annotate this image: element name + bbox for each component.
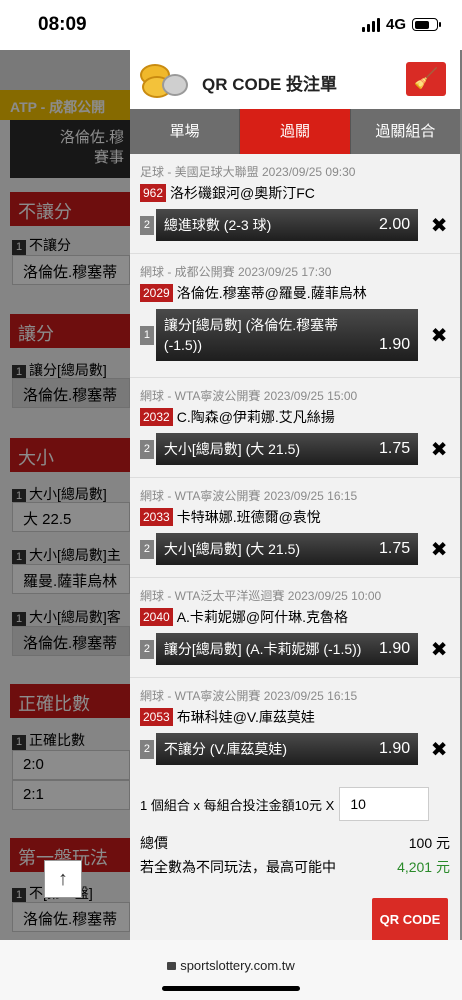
url-text: sportslottery.com.tw <box>180 958 295 973</box>
network-type: 4G <box>385 16 406 33</box>
battery-icon <box>412 18 441 31</box>
tab-single[interactable]: 單場 <box>130 109 241 154</box>
selection-bar[interactable]: 大小[總局數] (大 21.5) 1.75 <box>155 533 419 565</box>
selection-text: 大小[總局數] (大 21.5) <box>163 441 301 457</box>
total-label: 總價 <box>140 835 168 851</box>
qr-bet-slip-panel: QR CODE 投注單 🧹 單場 過關 過關組合 足球 - 美國足球大聯盟 20… <box>130 50 460 942</box>
selection-text: 總進球數 (2-3 球) <box>163 217 272 233</box>
odds-value: 1.90 <box>379 739 411 757</box>
selection-text: 不讓分 (V.庫茲莫娃) <box>163 741 288 757</box>
tab-parlay-combo[interactable]: 過關組合 <box>350 109 460 154</box>
bet-item: 網球 - WTA寧波公開賽 2023/09/25 16:15 2033 卡特琳娜.… <box>130 478 460 578</box>
match-code: 2053 <box>140 708 173 726</box>
selection-bar[interactable]: 大小[總局數] (大 21.5) 1.75 <box>155 433 419 465</box>
bet-meta: 網球 - WTA寧波公開賽 2023/09/25 16:15 <box>140 689 358 703</box>
clear-slip-button[interactable]: 🧹 <box>406 62 446 96</box>
odds-value: 1.75 <box>379 439 411 457</box>
bet-meta: 網球 - WTA寧波公開賽 2023/09/25 15:00 <box>140 389 358 403</box>
odds-value: 1.90 <box>379 336 411 353</box>
selection-bar[interactable]: 總進球數 (2-3 球) 2.00 <box>155 209 419 241</box>
selection-text: 讓分[總局數] (洛倫佐.穆塞蒂 (-1.5)) <box>163 317 339 353</box>
qr-code-button[interactable]: QR CODE <box>372 898 448 942</box>
scroll-top-button[interactable]: ↑ <box>44 860 82 898</box>
home-indicator[interactable] <box>162 986 300 991</box>
bet-list: 足球 - 美國足球大聯盟 2023/09/25 09:30 962 洛杉磯銀河@奧… <box>130 154 460 778</box>
status-time: 08:09 <box>38 14 87 35</box>
match-code: 2040 <box>140 608 173 626</box>
broom-icon: 🧹 <box>413 68 439 90</box>
total-value: 100 元 <box>408 835 450 851</box>
remove-bet-icon[interactable]: ✖ <box>428 213 450 238</box>
selection-bar[interactable]: 不讓分 (V.庫茲莫娃) 1.90 <box>155 733 419 765</box>
remove-bet-icon[interactable]: ✖ <box>428 737 450 762</box>
signal-icon <box>361 17 380 32</box>
bet-amount-input[interactable]: 10 <box>339 787 430 821</box>
bet-meta: 網球 - 成都公開賽 2023/09/25 17:30 <box>140 265 332 279</box>
match-code: 2032 <box>140 408 173 426</box>
remove-bet-icon[interactable]: ✖ <box>428 637 450 662</box>
status-bar: 08:09 4G <box>0 0 462 50</box>
selection-number: 2 <box>140 639 154 659</box>
selection-bar[interactable]: 讓分[總局數] (洛倫佐.穆塞蒂 (-1.5)) 1.90 <box>155 309 419 361</box>
browser-address-bar[interactable]: sportslottery.com.tw <box>0 940 462 1000</box>
max-win-label: 若全數為不同玩法，最高可能中 <box>140 859 336 875</box>
match-name: 洛杉磯銀河@奧斯汀FC <box>170 185 315 201</box>
bet-type-tabs: 單場 過關 過關組合 <box>130 108 460 154</box>
match-name: A.卡莉妮娜@阿什琳.克魯格 <box>176 609 349 625</box>
remove-bet-icon[interactable]: ✖ <box>428 323 450 348</box>
remove-bet-icon[interactable]: ✖ <box>428 437 450 462</box>
bet-item: 網球 - WTA寧波公開賽 2023/09/25 16:15 2053 布琳科娃@… <box>130 678 460 778</box>
combo-text: 1 個組合 x 每組合投注金額10元 X <box>140 797 335 813</box>
selection-text: 大小[總局數] (大 21.5) <box>163 541 301 557</box>
tab-parlay[interactable]: 過關 <box>240 109 351 154</box>
panel-header: QR CODE 投注單 🧹 <box>130 50 460 108</box>
match-name: C.陶森@伊莉娜.艾凡絲揚 <box>176 409 335 425</box>
bet-meta: 網球 - WTA寧波公開賽 2023/09/25 16:15 <box>140 489 358 503</box>
match-code: 2029 <box>140 284 173 302</box>
bet-summary: 1 個組合 x 每組合投注金額10元 X 10 總價 100 元 若全數為不同玩… <box>130 777 460 942</box>
max-win-value: 4,201 元 <box>397 859 450 875</box>
bet-meta: 網球 - WTA泛太平洋巡迴賽 2023/09/25 10:00 <box>140 589 382 603</box>
match-code: 2033 <box>140 508 173 526</box>
match-name: 洛倫佐.穆塞蒂@羅曼.薩菲烏林 <box>176 285 367 301</box>
selection-number: 2 <box>140 739 154 759</box>
bet-item: 網球 - 成都公開賽 2023/09/25 17:30 2029 洛倫佐.穆塞蒂@… <box>130 254 460 378</box>
remove-bet-icon[interactable]: ✖ <box>428 537 450 562</box>
odds-value: 1.75 <box>379 539 411 557</box>
coins-icon <box>140 60 190 100</box>
panel-title: QR CODE 投注單 <box>202 75 338 94</box>
match-name: 卡特琳娜.班德爾@袁悅 <box>176 509 321 525</box>
match-code: 962 <box>140 184 167 202</box>
match-name: 布琳科娃@V.庫茲莫娃 <box>176 709 315 725</box>
odds-value: 1.90 <box>379 639 411 657</box>
selection-number: 1 <box>140 325 154 345</box>
lock-icon <box>167 962 177 970</box>
selection-number: 2 <box>140 215 154 235</box>
bet-item: 網球 - WTA泛太平洋巡迴賽 2023/09/25 10:00 2040 A.卡… <box>130 578 460 678</box>
selection-number: 2 <box>140 439 154 459</box>
selection-bar[interactable]: 讓分[總局數] (A.卡莉妮娜 (-1.5)) 1.90 <box>155 633 419 665</box>
bet-item: 足球 - 美國足球大聯盟 2023/09/25 09:30 962 洛杉磯銀河@奧… <box>130 154 460 254</box>
bet-item: 網球 - WTA寧波公開賽 2023/09/25 15:00 2032 C.陶森@… <box>130 378 460 478</box>
odds-value: 2.00 <box>379 215 411 233</box>
bet-meta: 足球 - 美國足球大聯盟 2023/09/25 09:30 <box>140 165 356 179</box>
selection-text: 讓分[總局數] (A.卡莉妮娜 (-1.5)) <box>163 641 362 657</box>
selection-number: 2 <box>140 539 154 559</box>
